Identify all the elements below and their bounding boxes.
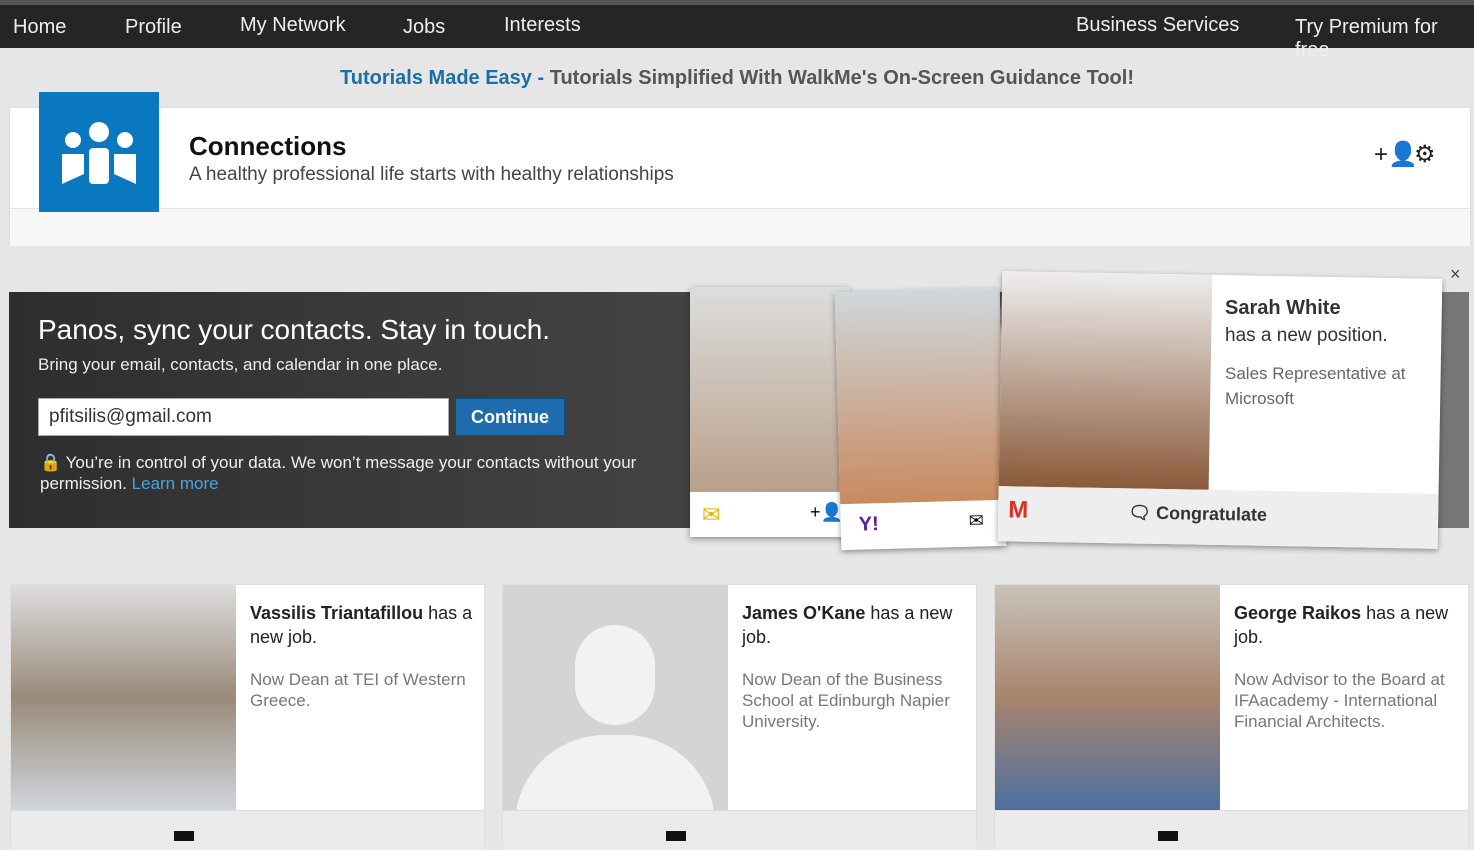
nav-jobs[interactable]: Jobs — [403, 16, 445, 39]
continue-button[interactable]: Continue — [455, 398, 565, 436]
promo-line: has a new position. — [1225, 325, 1388, 346]
person-name-link[interactable]: Vassilis Triantafillou — [250, 603, 423, 623]
feed-actions — [503, 810, 976, 850]
add-connection-icon: +👤 — [810, 502, 843, 522]
banner-highlight: Tutorials Made Easy - — [340, 67, 545, 89]
sync-subtitle: Bring your email, contacts, and calendar… — [38, 355, 443, 374]
promo-card-1: ✉ +👤 — [690, 287, 850, 537]
feed-card: James O'Kane has a new job. Now Dean of t… — [502, 584, 977, 850]
feed-text: James O'Kane has a new job. Now Dean of t… — [742, 601, 967, 732]
mail-icon: ✉ — [968, 510, 985, 531]
learn-more-link[interactable]: Learn more — [132, 474, 219, 493]
person-photo[interactable] — [11, 585, 236, 810]
nav-home[interactable]: Home — [13, 16, 66, 39]
top-nav: Home Profile My Network Jobs Interests B… — [0, 0, 1474, 61]
avatar-placeholder[interactable] — [503, 585, 728, 825]
promo-text: Sarah White has a new position. Sales Re… — [1225, 295, 1425, 411]
gmail-icon: M — [1007, 496, 1029, 524]
outlook-icon: ✉ — [702, 502, 721, 527]
add-connection-icon[interactable]: +👤 — [1374, 140, 1418, 169]
yahoo-icon: Y! — [858, 513, 880, 536]
sync-title: Panos, sync your contacts. Stay in touch… — [38, 314, 551, 345]
feed-card: George Raikos has a new job. Now Advisor … — [994, 584, 1469, 850]
lock-icon: 🔒 — [40, 453, 62, 472]
gear-icon[interactable]: ⚙ — [1414, 140, 1436, 169]
promo-card-footer: M 🗨 Congratulate — [997, 486, 1439, 549]
person-photo — [834, 287, 1006, 505]
page-title: Connections — [189, 131, 347, 161]
person-name-link[interactable]: George Raikos — [1234, 603, 1361, 623]
promo-name: Sarah White — [1225, 297, 1341, 319]
privacy-text: You’re in control of your data. We won’t… — [40, 453, 637, 493]
nav-try-premium[interactable]: Try Premium for free — [1295, 16, 1474, 62]
nav-interests[interactable]: Interests — [504, 14, 581, 37]
comment-icon[interactable] — [1158, 831, 1178, 841]
privacy-note: 🔒 You’re in control of your data. We won… — [40, 452, 640, 494]
nav-my-network[interactable]: My Network — [240, 14, 346, 37]
connections-logo-icon — [39, 92, 159, 212]
close-icon[interactable]: × — [1450, 264, 1461, 285]
feed-desc: Now Advisor to the Board at IFAacademy -… — [1234, 670, 1445, 731]
feed-desc: Now Dean at TEI of Western Greece. — [250, 670, 466, 710]
feed-text: George Raikos has a new job. Now Advisor … — [1234, 601, 1459, 732]
comment-icon[interactable] — [174, 831, 194, 841]
email-input[interactable] — [38, 398, 449, 436]
comment-icon[interactable] — [666, 831, 686, 841]
promo-card-2: Y! ✉ — [834, 287, 1007, 551]
person-photo — [690, 287, 850, 492]
banner-text: Tutorials Simplified With WalkMe's On-Sc… — [544, 67, 1134, 89]
feed-card: Vassilis Triantafillou has a new job. Now… — [10, 584, 485, 850]
header-subbar — [10, 208, 1470, 246]
promo-position: Sales Representative at Microsoft — [1225, 364, 1406, 408]
nav-business-services[interactable]: Business Services — [1076, 14, 1239, 37]
feed-desc: Now Dean of the Business School at Edinb… — [742, 670, 950, 731]
feed-actions — [995, 810, 1468, 850]
person-photo[interactable] — [995, 585, 1220, 810]
congratulate-button[interactable]: 🗨 Congratulate — [1128, 502, 1267, 525]
page-subtitle: A healthy professional life starts with … — [189, 164, 674, 185]
nav-profile[interactable]: Profile — [125, 16, 182, 39]
walkme-banner[interactable]: Tutorials Made Easy - Tutorials Simplifi… — [0, 67, 1474, 90]
person-name-link[interactable]: James O'Kane — [742, 603, 865, 623]
feed-text: Vassilis Triantafillou has a new job. Now… — [250, 601, 475, 711]
feed-actions — [11, 810, 484, 850]
person-photo — [998, 271, 1213, 490]
